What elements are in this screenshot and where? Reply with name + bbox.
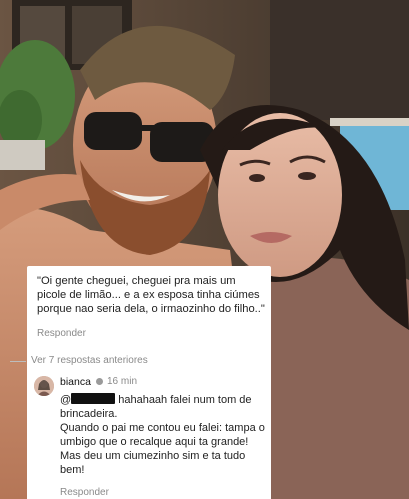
comment-line-3: Mas deu um ciumezinho sim e ta tudo bem!: [60, 450, 246, 476]
verified-badge-icon: [96, 378, 103, 385]
reply-link[interactable]: Responder: [60, 487, 109, 498]
quoted-comment-text: "Oi gente cheguei, cheguei pra mais um p…: [37, 275, 265, 315]
view-previous-replies-link[interactable]: Ver 7 respostas anteriores: [31, 355, 148, 366]
avatar-image: [34, 376, 54, 396]
comment-line-2: Quando o pai me contou eu falei: tampa o…: [60, 422, 265, 448]
mention-prefix: @: [60, 394, 72, 406]
avatar[interactable]: [34, 376, 54, 396]
thread-line: [10, 361, 26, 362]
comment-body: @ hahahaah falei num tom de brincadeira.…: [60, 393, 266, 477]
reply-link[interactable]: Responder: [37, 328, 86, 339]
comment-timestamp: 16 min: [107, 376, 138, 387]
reply-comment-card: bianca 16 min @ hahahaah falei num tom d…: [27, 368, 271, 499]
comment-username[interactable]: bianca: [60, 376, 91, 388]
redacted-mention: [71, 393, 116, 404]
